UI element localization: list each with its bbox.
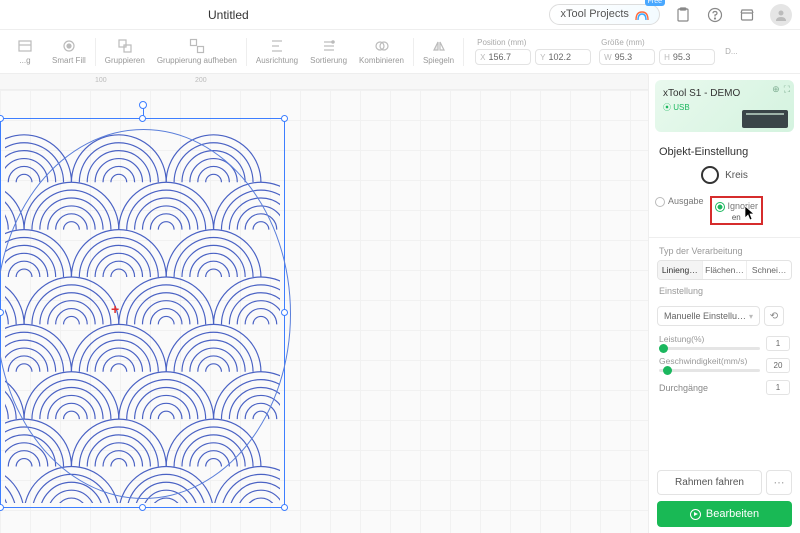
play-icon xyxy=(690,509,701,520)
speed-value[interactable]: 20 xyxy=(766,358,790,373)
more-button[interactable]: ⋯ xyxy=(766,470,792,495)
ignore-highlight-box: Ignorier en xyxy=(710,196,764,225)
seg-area-engrave[interactable]: Flächen… xyxy=(703,261,748,279)
tool-smart-fill[interactable]: Smart Fill xyxy=(46,36,92,67)
shape-name: Kreis xyxy=(725,170,748,181)
selection-bounds[interactable]: + xyxy=(0,118,285,508)
rotation-header: D... xyxy=(723,47,737,56)
shape-circle-icon xyxy=(701,166,719,184)
passes-value[interactable]: 1 xyxy=(766,380,790,395)
resize-handle-ne[interactable] xyxy=(281,115,288,122)
processing-type-label: Typ der Verarbeitung xyxy=(649,240,800,260)
ignore-radio[interactable]: Ignorier xyxy=(715,201,759,212)
chevron-down-icon: ▾ xyxy=(749,312,753,321)
circle-shape[interactable] xyxy=(0,129,291,499)
position-header: Position (mm) xyxy=(475,38,591,47)
object-settings-title: Objekt-Einstellung xyxy=(649,138,800,162)
frame-button[interactable]: Rahmen fahren xyxy=(657,470,762,495)
tool-combine[interactable]: Kombinieren xyxy=(353,36,410,67)
tool-mirror[interactable]: Spiegeln xyxy=(417,36,460,67)
power-value[interactable]: 1 xyxy=(766,336,790,351)
xtool-projects-button[interactable]: xTool Projects Free xyxy=(549,4,660,24)
resize-handle-n[interactable] xyxy=(139,115,146,122)
setting-label: Einstellung xyxy=(649,280,800,300)
center-crosshair-icon: + xyxy=(111,301,119,317)
store-icon[interactable] xyxy=(738,6,756,24)
ruler-horizontal: 100 200 xyxy=(0,74,648,90)
free-badge: Free xyxy=(645,0,665,6)
device-name: xTool S1 - DEMO xyxy=(663,88,786,99)
resize-handle-e[interactable] xyxy=(281,309,288,316)
resize-handle-s[interactable] xyxy=(139,504,146,511)
user-avatar[interactable] xyxy=(770,4,792,26)
tool-align[interactable]: Ausrichtung xyxy=(250,36,304,67)
speed-slider[interactable] xyxy=(659,369,760,372)
size-h-input[interactable]: H95.3 xyxy=(659,49,715,65)
tool-unknown[interactable]: ...g xyxy=(4,36,46,67)
process-button[interactable]: Bearbeiten xyxy=(657,501,792,527)
properties-sidebar: ⊕⛶ xTool S1 - DEMO USB Objekt-Einstellun… xyxy=(648,74,800,533)
rotate-handle[interactable] xyxy=(139,101,147,109)
device-image xyxy=(742,110,788,128)
reset-button[interactable]: ⟲ xyxy=(764,306,784,326)
power-slider[interactable] xyxy=(659,347,760,350)
setting-dropdown[interactable]: Manuelle Einstellu…▾ xyxy=(657,306,760,326)
clipboard-icon[interactable] xyxy=(674,6,692,24)
resize-handle-nw[interactable] xyxy=(0,115,4,122)
passes-label: Durchgänge xyxy=(659,383,708,393)
tool-ungroup[interactable]: Gruppierung aufheben xyxy=(151,36,243,67)
tool-group[interactable]: Gruppieren xyxy=(99,36,151,67)
seg-line-engrave[interactable]: Linieng… xyxy=(658,261,703,279)
resize-handle-sw[interactable] xyxy=(0,504,4,511)
expand-icon[interactable]: ⛶ xyxy=(784,84,790,95)
tool-sort[interactable]: Sortierung xyxy=(304,36,353,67)
target-icon[interactable]: ⊕ xyxy=(772,84,780,95)
projects-label: xTool Projects xyxy=(560,8,628,20)
size-header: Größe (mm) xyxy=(599,38,715,47)
position-x-input[interactable]: X156.7 xyxy=(475,49,531,65)
seg-cut[interactable]: Schnei… xyxy=(747,261,791,279)
device-card[interactable]: ⊕⛶ xTool S1 - DEMO USB xyxy=(655,80,794,132)
output-radio[interactable]: Ausgabe xyxy=(655,196,704,207)
position-y-input[interactable]: Y102.2 xyxy=(535,49,591,65)
canvas-area[interactable]: 100 200 xyxy=(0,74,648,533)
resize-handle-se[interactable] xyxy=(281,504,288,511)
help-icon[interactable] xyxy=(706,6,724,24)
size-w-input[interactable]: W95.3 xyxy=(599,49,655,65)
document-title: Untitled xyxy=(208,8,249,22)
processing-type-segments[interactable]: Linieng… Flächen… Schnei… xyxy=(657,260,792,280)
